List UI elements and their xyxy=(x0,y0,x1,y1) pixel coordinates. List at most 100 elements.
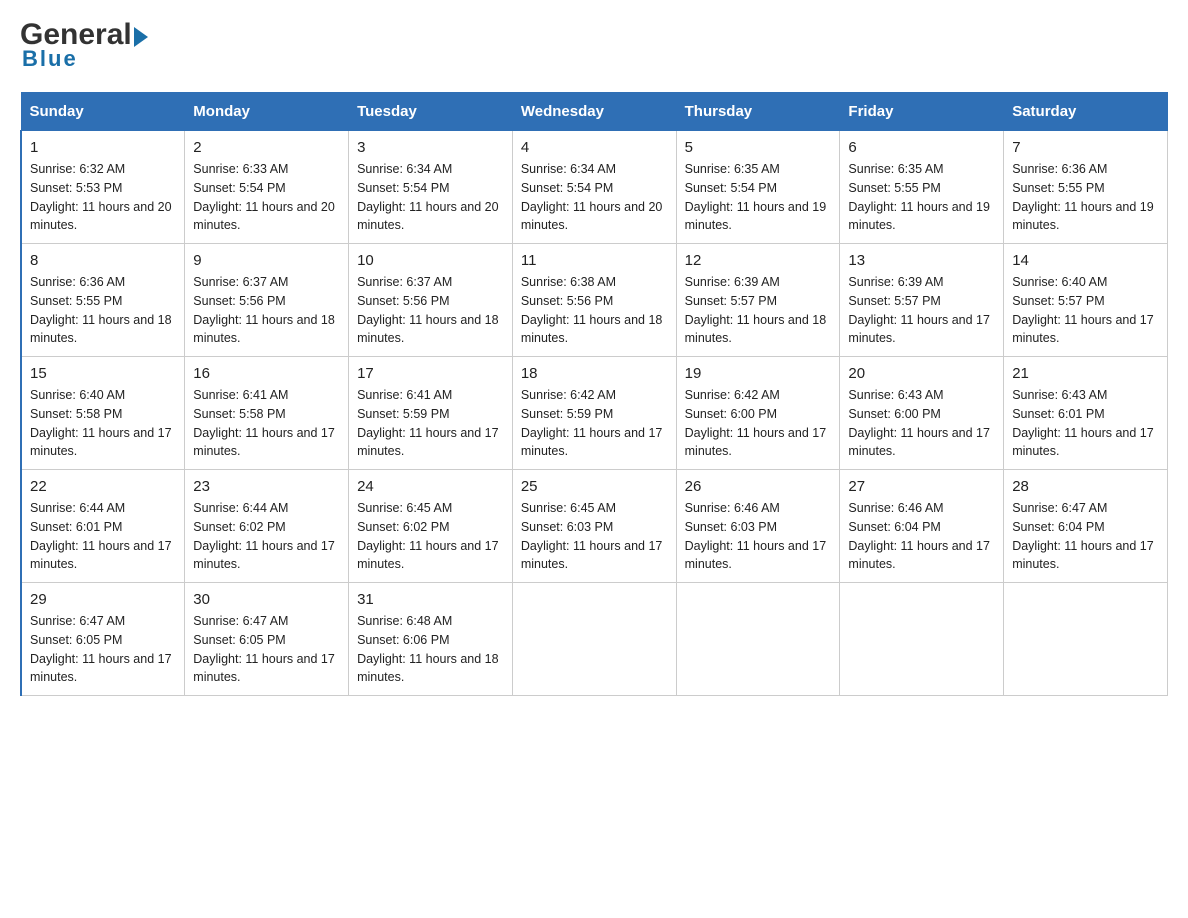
day-info: Sunrise: 6:43 AMSunset: 6:01 PMDaylight:… xyxy=(1012,386,1159,461)
header-thursday: Thursday xyxy=(676,93,840,131)
day-info: Sunrise: 6:45 AMSunset: 6:02 PMDaylight:… xyxy=(357,499,504,574)
calendar-table: SundayMondayTuesdayWednesdayThursdayFrid… xyxy=(20,92,1168,696)
day-info: Sunrise: 6:46 AMSunset: 6:04 PMDaylight:… xyxy=(848,499,995,574)
day-info: Sunrise: 6:37 AMSunset: 5:56 PMDaylight:… xyxy=(193,273,340,348)
calendar-day: 2 Sunrise: 6:33 AMSunset: 5:54 PMDayligh… xyxy=(185,131,349,244)
day-number: 15 xyxy=(30,365,176,382)
calendar-day: 13 Sunrise: 6:39 AMSunset: 5:57 PMDaylig… xyxy=(840,244,1004,357)
day-number: 24 xyxy=(357,478,504,495)
calendar-day: 8 Sunrise: 6:36 AMSunset: 5:55 PMDayligh… xyxy=(21,244,185,357)
calendar-day: 16 Sunrise: 6:41 AMSunset: 5:58 PMDaylig… xyxy=(185,357,349,470)
day-info: Sunrise: 6:44 AMSunset: 6:01 PMDaylight:… xyxy=(30,499,176,574)
calendar-day: 28 Sunrise: 6:47 AMSunset: 6:04 PMDaylig… xyxy=(1004,470,1168,583)
day-info: Sunrise: 6:34 AMSunset: 5:54 PMDaylight:… xyxy=(521,160,668,235)
calendar-day: 11 Sunrise: 6:38 AMSunset: 5:56 PMDaylig… xyxy=(512,244,676,357)
header-saturday: Saturday xyxy=(1004,93,1168,131)
calendar-day: 31 Sunrise: 6:48 AMSunset: 6:06 PMDaylig… xyxy=(349,583,513,696)
day-info: Sunrise: 6:47 AMSunset: 6:05 PMDaylight:… xyxy=(193,612,340,687)
day-number: 7 xyxy=(1012,139,1159,156)
calendar-day: 18 Sunrise: 6:42 AMSunset: 5:59 PMDaylig… xyxy=(512,357,676,470)
day-number: 8 xyxy=(30,252,176,269)
calendar-day: 1 Sunrise: 6:32 AMSunset: 5:53 PMDayligh… xyxy=(21,131,185,244)
calendar-week-2: 8 Sunrise: 6:36 AMSunset: 5:55 PMDayligh… xyxy=(21,244,1168,357)
day-number: 3 xyxy=(357,139,504,156)
day-number: 13 xyxy=(848,252,995,269)
calendar-week-4: 22 Sunrise: 6:44 AMSunset: 6:01 PMDaylig… xyxy=(21,470,1168,583)
calendar-day: 21 Sunrise: 6:43 AMSunset: 6:01 PMDaylig… xyxy=(1004,357,1168,470)
calendar-header-row: SundayMondayTuesdayWednesdayThursdayFrid… xyxy=(21,93,1168,131)
calendar-day: 30 Sunrise: 6:47 AMSunset: 6:05 PMDaylig… xyxy=(185,583,349,696)
day-info: Sunrise: 6:38 AMSunset: 5:56 PMDaylight:… xyxy=(521,273,668,348)
day-info: Sunrise: 6:33 AMSunset: 5:54 PMDaylight:… xyxy=(193,160,340,235)
page-header: General Blue xyxy=(20,20,1168,72)
day-number: 29 xyxy=(30,591,176,608)
day-number: 17 xyxy=(357,365,504,382)
day-number: 30 xyxy=(193,591,340,608)
calendar-day: 14 Sunrise: 6:40 AMSunset: 5:57 PMDaylig… xyxy=(1004,244,1168,357)
day-info: Sunrise: 6:45 AMSunset: 6:03 PMDaylight:… xyxy=(521,499,668,574)
day-info: Sunrise: 6:41 AMSunset: 5:58 PMDaylight:… xyxy=(193,386,340,461)
calendar-day: 20 Sunrise: 6:43 AMSunset: 6:00 PMDaylig… xyxy=(840,357,1004,470)
day-number: 16 xyxy=(193,365,340,382)
day-info: Sunrise: 6:46 AMSunset: 6:03 PMDaylight:… xyxy=(685,499,832,574)
header-wednesday: Wednesday xyxy=(512,93,676,131)
day-number: 12 xyxy=(685,252,832,269)
day-number: 22 xyxy=(30,478,176,495)
day-number: 9 xyxy=(193,252,340,269)
day-info: Sunrise: 6:40 AMSunset: 5:57 PMDaylight:… xyxy=(1012,273,1159,348)
calendar-day: 24 Sunrise: 6:45 AMSunset: 6:02 PMDaylig… xyxy=(349,470,513,583)
day-number: 18 xyxy=(521,365,668,382)
calendar-day: 26 Sunrise: 6:46 AMSunset: 6:03 PMDaylig… xyxy=(676,470,840,583)
calendar-day: 4 Sunrise: 6:34 AMSunset: 5:54 PMDayligh… xyxy=(512,131,676,244)
calendar-day: 10 Sunrise: 6:37 AMSunset: 5:56 PMDaylig… xyxy=(349,244,513,357)
header-tuesday: Tuesday xyxy=(349,93,513,131)
calendar-day: 15 Sunrise: 6:40 AMSunset: 5:58 PMDaylig… xyxy=(21,357,185,470)
day-info: Sunrise: 6:40 AMSunset: 5:58 PMDaylight:… xyxy=(30,386,176,461)
day-number: 27 xyxy=(848,478,995,495)
header-monday: Monday xyxy=(185,93,349,131)
day-number: 23 xyxy=(193,478,340,495)
day-number: 26 xyxy=(685,478,832,495)
day-info: Sunrise: 6:42 AMSunset: 5:59 PMDaylight:… xyxy=(521,386,668,461)
day-number: 4 xyxy=(521,139,668,156)
day-number: 6 xyxy=(848,139,995,156)
calendar-day xyxy=(512,583,676,696)
day-info: Sunrise: 6:37 AMSunset: 5:56 PMDaylight:… xyxy=(357,273,504,348)
day-info: Sunrise: 6:44 AMSunset: 6:02 PMDaylight:… xyxy=(193,499,340,574)
day-info: Sunrise: 6:47 AMSunset: 6:04 PMDaylight:… xyxy=(1012,499,1159,574)
day-number: 1 xyxy=(30,139,176,156)
day-number: 2 xyxy=(193,139,340,156)
day-info: Sunrise: 6:41 AMSunset: 5:59 PMDaylight:… xyxy=(357,386,504,461)
day-info: Sunrise: 6:35 AMSunset: 5:54 PMDaylight:… xyxy=(685,160,832,235)
day-number: 14 xyxy=(1012,252,1159,269)
calendar-week-5: 29 Sunrise: 6:47 AMSunset: 6:05 PMDaylig… xyxy=(21,583,1168,696)
day-info: Sunrise: 6:39 AMSunset: 5:57 PMDaylight:… xyxy=(848,273,995,348)
day-number: 20 xyxy=(848,365,995,382)
calendar-day: 7 Sunrise: 6:36 AMSunset: 5:55 PMDayligh… xyxy=(1004,131,1168,244)
day-info: Sunrise: 6:34 AMSunset: 5:54 PMDaylight:… xyxy=(357,160,504,235)
logo: General Blue xyxy=(20,20,148,72)
calendar-day: 5 Sunrise: 6:35 AMSunset: 5:54 PMDayligh… xyxy=(676,131,840,244)
day-info: Sunrise: 6:48 AMSunset: 6:06 PMDaylight:… xyxy=(357,612,504,687)
day-number: 11 xyxy=(521,252,668,269)
day-info: Sunrise: 6:47 AMSunset: 6:05 PMDaylight:… xyxy=(30,612,176,687)
day-info: Sunrise: 6:42 AMSunset: 6:00 PMDaylight:… xyxy=(685,386,832,461)
calendar-day xyxy=(1004,583,1168,696)
day-info: Sunrise: 6:39 AMSunset: 5:57 PMDaylight:… xyxy=(685,273,832,348)
calendar-day: 17 Sunrise: 6:41 AMSunset: 5:59 PMDaylig… xyxy=(349,357,513,470)
calendar-week-1: 1 Sunrise: 6:32 AMSunset: 5:53 PMDayligh… xyxy=(21,131,1168,244)
calendar-week-3: 15 Sunrise: 6:40 AMSunset: 5:58 PMDaylig… xyxy=(21,357,1168,470)
day-number: 10 xyxy=(357,252,504,269)
calendar-day: 19 Sunrise: 6:42 AMSunset: 6:00 PMDaylig… xyxy=(676,357,840,470)
calendar-day: 22 Sunrise: 6:44 AMSunset: 6:01 PMDaylig… xyxy=(21,470,185,583)
day-info: Sunrise: 6:32 AMSunset: 5:53 PMDaylight:… xyxy=(30,160,176,235)
logo-arrow-icon xyxy=(134,27,148,47)
day-info: Sunrise: 6:36 AMSunset: 5:55 PMDaylight:… xyxy=(30,273,176,348)
day-number: 19 xyxy=(685,365,832,382)
calendar-day: 25 Sunrise: 6:45 AMSunset: 6:03 PMDaylig… xyxy=(512,470,676,583)
calendar-day: 12 Sunrise: 6:39 AMSunset: 5:57 PMDaylig… xyxy=(676,244,840,357)
calendar-day: 23 Sunrise: 6:44 AMSunset: 6:02 PMDaylig… xyxy=(185,470,349,583)
day-number: 21 xyxy=(1012,365,1159,382)
calendar-day xyxy=(840,583,1004,696)
day-number: 25 xyxy=(521,478,668,495)
